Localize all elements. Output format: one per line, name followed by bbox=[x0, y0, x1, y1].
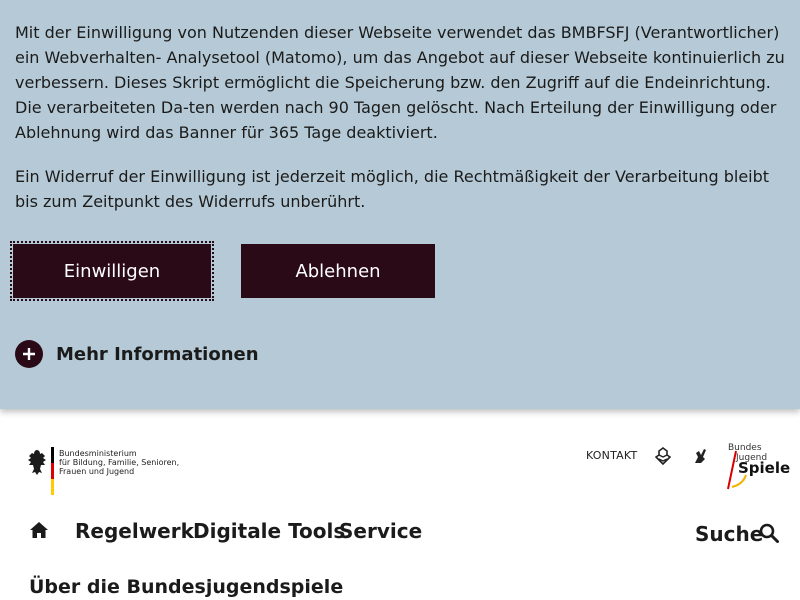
brand-line: Bundes bbox=[728, 443, 762, 453]
easy-language-icon[interactable] bbox=[692, 447, 708, 465]
ministry-logo[interactable]: Bundesministerium für Bildung, Familie, … bbox=[26, 447, 179, 497]
flag-red bbox=[51, 463, 54, 479]
accept-button[interactable]: Einwilligen bbox=[10, 241, 214, 301]
brand-line: Spiele bbox=[738, 459, 791, 477]
ministry-line: für Bildung, Familie, Senioren, bbox=[59, 458, 180, 467]
bundesjugendspiele-logo[interactable]: Bundes Jugend Spiele bbox=[722, 441, 790, 493]
ministry-line: Frauen und Jugend bbox=[59, 467, 135, 476]
page-subtitle: Über die Bundesjugendspiele bbox=[29, 576, 344, 598]
nav-item-digitale-tools[interactable]: Digitale Tools bbox=[193, 519, 345, 543]
withdrawal-text: Ein Widerruf der Einwilligung ist jederz… bbox=[15, 167, 770, 211]
ministry-line: Bundesministerium bbox=[59, 449, 137, 458]
decline-button[interactable]: Ablehnen bbox=[241, 244, 435, 298]
ministry-name: Bundesministerium für Bildung, Familie, … bbox=[59, 447, 179, 497]
kontakt-link[interactable]: KONTAKT bbox=[586, 449, 637, 462]
flag-black bbox=[51, 447, 54, 463]
plus-icon bbox=[15, 340, 43, 368]
german-flag bbox=[51, 447, 54, 495]
consent-banner: Mit der Einwilligung von Nutzenden diese… bbox=[0, 0, 800, 409]
sign-language-icon[interactable] bbox=[655, 447, 671, 465]
nav-item-service[interactable]: Service bbox=[339, 519, 422, 543]
flag-gold bbox=[51, 479, 54, 495]
home-icon[interactable] bbox=[29, 520, 49, 540]
consent-text: Mit der Einwilligung von Nutzenden diese… bbox=[15, 23, 785, 142]
search-label[interactable]: Suche bbox=[695, 522, 763, 546]
nav-item-regelwerk[interactable]: Regelwerk bbox=[75, 519, 194, 543]
more-info-toggle[interactable]: Mehr Informationen bbox=[15, 340, 259, 368]
more-info-label: Mehr Informationen bbox=[56, 343, 259, 365]
eagle-icon bbox=[28, 450, 46, 475]
search-icon[interactable] bbox=[759, 523, 779, 543]
